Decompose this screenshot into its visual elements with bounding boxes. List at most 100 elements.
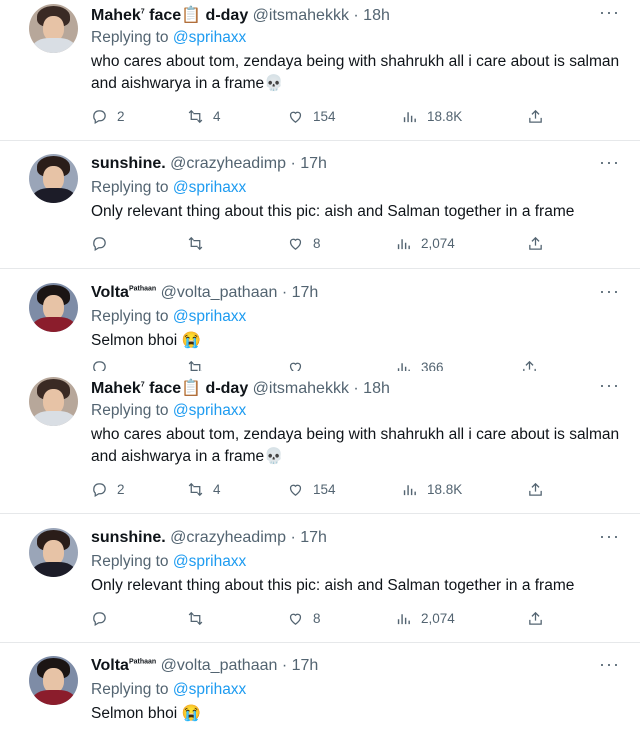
retweet-icon	[188, 611, 203, 626]
views-button[interactable]: 366	[395, 359, 444, 371]
user-handle[interactable]: @itsmahekkk	[253, 380, 349, 397]
timestamp[interactable]: · 17h	[282, 657, 318, 674]
mention-link[interactable]: @sprihaxx	[173, 553, 246, 570]
timestamp[interactable]: · 18h	[353, 7, 389, 24]
user-handle[interactable]: @volta_pathaan	[161, 284, 278, 301]
reply-button[interactable]	[91, 359, 108, 371]
heart-icon	[289, 362, 302, 371]
tweet[interactable]: Mahek7 face📋 d-day @itsmahekkk · 18h ···…	[0, 373, 640, 513]
share-button[interactable]	[527, 481, 544, 498]
action-bar: 2 4 154 18.8K	[91, 481, 551, 503]
like-button[interactable]: 8	[287, 610, 321, 627]
views-button[interactable]: 18.8K	[401, 481, 462, 498]
reply-button[interactable]: 2	[91, 481, 125, 498]
avatar[interactable]	[29, 656, 78, 705]
retweet-button[interactable]	[187, 235, 213, 252]
views-button[interactable]: 2,074	[395, 610, 455, 627]
more-icon[interactable]: ···	[599, 2, 620, 23]
reply-icon	[93, 110, 106, 125]
tweet-header: Mahek7 face📋 d-day @itsmahekkk · 18h	[91, 378, 390, 398]
retweet-button[interactable]: 4	[187, 481, 221, 498]
user-handle[interactable]: @crazyheadimp	[170, 529, 286, 546]
display-name[interactable]: VoltaPathaan	[91, 284, 156, 301]
reply-button[interactable]	[91, 610, 117, 627]
mention-link[interactable]: @sprihaxx	[173, 308, 246, 325]
share-icon	[529, 482, 542, 496]
divider	[0, 642, 640, 643]
share-button[interactable]	[521, 359, 538, 371]
display-name[interactable]: VoltaPathaan	[91, 657, 156, 674]
display-name[interactable]: sunshine.	[91, 155, 166, 172]
tweet-header: VoltaPathaan @volta_pathaan · 17h	[91, 657, 318, 675]
tweet-text: Selmon bhoi 😭	[91, 705, 201, 722]
timestamp[interactable]: · 17h	[282, 284, 318, 301]
retweet-icon	[188, 360, 202, 371]
reply-icon	[93, 237, 106, 252]
divider	[0, 268, 640, 269]
share-icon	[529, 236, 542, 250]
mention-link[interactable]: @sprihaxx	[173, 402, 246, 419]
display-name[interactable]: Mahek7 face📋 d-day	[91, 380, 248, 397]
user-handle[interactable]: @itsmahekkk	[253, 7, 349, 24]
views-button[interactable]: 18.8K	[401, 108, 462, 125]
mention-link[interactable]: @sprihaxx	[173, 681, 246, 698]
more-icon[interactable]: ···	[599, 281, 620, 302]
more-icon[interactable]: ···	[599, 526, 620, 547]
retweet-button[interactable]	[187, 359, 204, 371]
share-button[interactable]	[527, 235, 544, 252]
more-icon[interactable]: ···	[599, 152, 620, 173]
tweet-text: Selmon bhoi 😭	[91, 332, 201, 349]
replying-to: Replying to @sprihaxx	[91, 29, 247, 46]
timestamp[interactable]: · 18h	[353, 380, 389, 397]
tweet-text: who cares about tom, zendaya being with …	[91, 53, 624, 92]
reply-button[interactable]: 2	[91, 108, 125, 125]
reply-button[interactable]	[91, 235, 117, 252]
divider	[0, 513, 640, 514]
display-name[interactable]: sunshine.	[91, 529, 166, 546]
avatar[interactable]	[29, 528, 78, 577]
display-name[interactable]: Mahek7 face📋 d-day	[91, 7, 248, 24]
more-icon[interactable]: ···	[599, 375, 620, 396]
action-bar: 8 2,074	[91, 610, 551, 632]
share-button[interactable]	[527, 108, 544, 125]
more-icon[interactable]: ···	[599, 654, 620, 675]
tweet[interactable]: sunshine. @crazyheadimp · 17h ··· Replyi…	[0, 524, 640, 642]
retweet-button[interactable]	[187, 610, 213, 627]
avatar[interactable]	[29, 377, 78, 426]
timestamp[interactable]: · 17h	[290, 529, 326, 546]
replying-to: Replying to @sprihaxx	[91, 681, 247, 698]
tweet-header: sunshine. @crazyheadimp · 17h	[91, 155, 327, 173]
retweet-icon	[188, 109, 203, 124]
mention-link[interactable]: @sprihaxx	[173, 179, 246, 196]
tweet[interactable]: Mahek7 face📋 d-day @itsmahekkk · 18h ···…	[0, 0, 640, 140]
views-icon	[403, 485, 416, 496]
replying-to: Replying to @sprihaxx	[91, 553, 247, 570]
avatar[interactable]	[29, 283, 78, 332]
views-icon	[397, 363, 410, 371]
tweet[interactable]: VoltaPathaan @volta_pathaan · 17h ··· Re…	[0, 279, 640, 371]
retweet-icon	[188, 482, 203, 497]
views-icon	[397, 239, 410, 250]
mention-link[interactable]: @sprihaxx	[173, 29, 246, 46]
tweet-text: who cares about tom, zendaya being with …	[91, 426, 624, 465]
tweet[interactable]: VoltaPathaan @volta_pathaan · 17h ··· Re…	[0, 652, 640, 734]
replying-to: Replying to @sprihaxx	[91, 308, 247, 325]
like-button[interactable]: 154	[287, 108, 336, 125]
avatar[interactable]	[29, 4, 78, 53]
user-handle[interactable]: @volta_pathaan	[161, 657, 278, 674]
user-handle[interactable]: @crazyheadimp	[170, 155, 286, 172]
share-button[interactable]	[527, 610, 544, 627]
like-button[interactable]: 8	[287, 235, 321, 252]
timestamp[interactable]: · 17h	[290, 155, 326, 172]
views-icon	[403, 112, 416, 123]
heart-icon	[289, 484, 302, 496]
views-button[interactable]: 2,074	[395, 235, 455, 252]
tweet-header: Mahek7 face📋 d-day @itsmahekkk · 18h	[91, 5, 390, 25]
tweet[interactable]: sunshine. @crazyheadimp · 17h ··· Replyi…	[0, 150, 640, 268]
replying-to: Replying to @sprihaxx	[91, 179, 247, 196]
avatar[interactable]	[29, 154, 78, 203]
like-button[interactable]: 154	[287, 481, 336, 498]
like-button[interactable]	[287, 359, 304, 371]
views-icon	[397, 614, 410, 625]
retweet-button[interactable]: 4	[187, 108, 221, 125]
